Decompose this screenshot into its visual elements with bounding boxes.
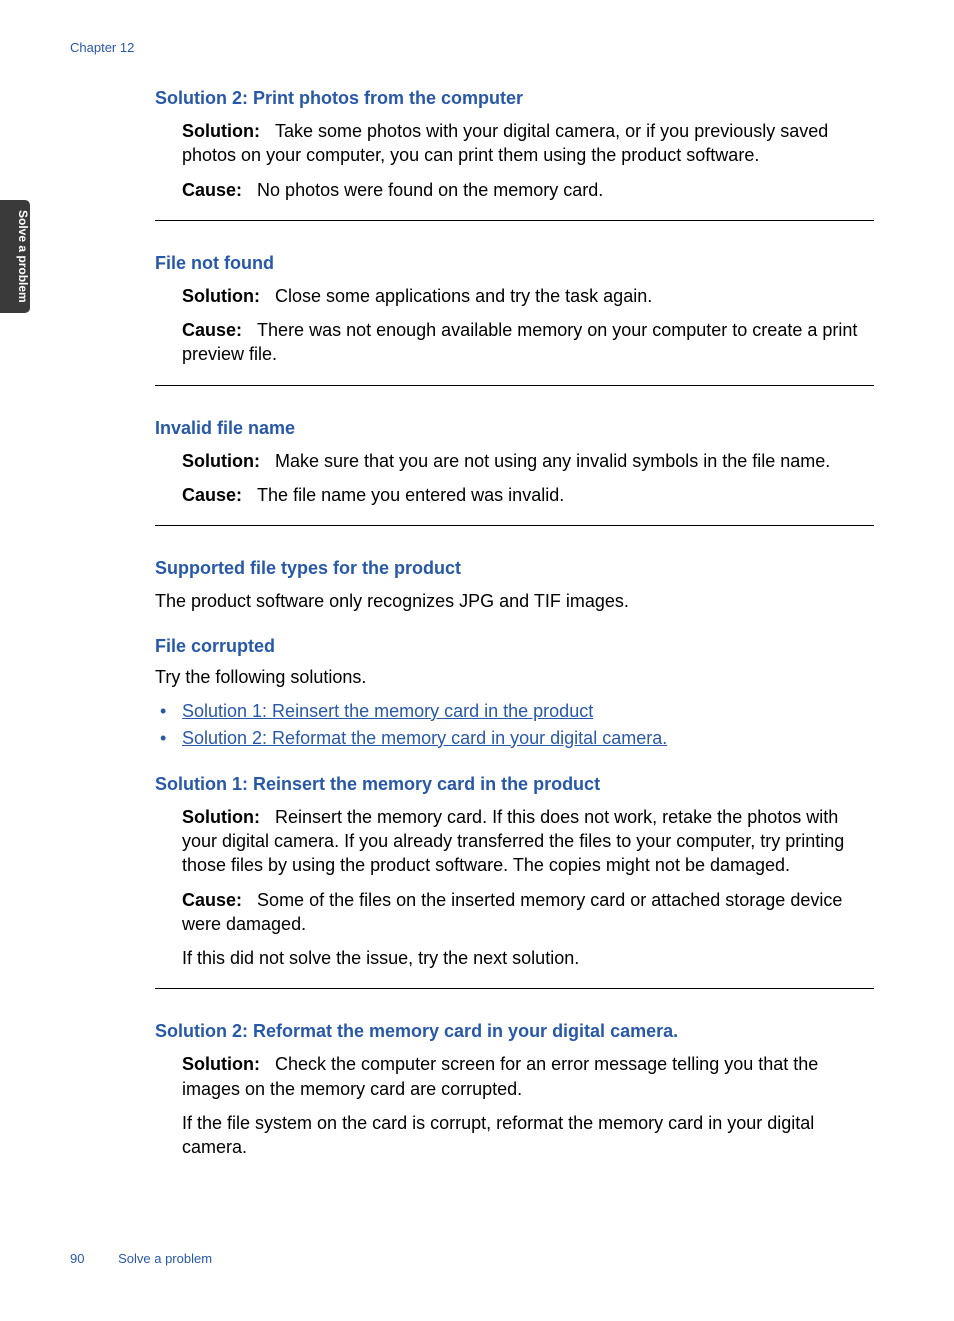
solution-text: Take some photos with your digital camer…	[182, 121, 828, 165]
ifn-solution: Solution: Make sure that you are not usi…	[182, 449, 874, 473]
solution-label: Solution:	[182, 1054, 260, 1074]
solution-label: Solution:	[182, 451, 260, 471]
solution-links-list: Solution 1: Reinsert the memory card in …	[155, 698, 874, 752]
list-item: Solution 1: Reinsert the memory card in …	[155, 698, 874, 725]
cause-label: Cause:	[182, 485, 242, 505]
solution-label: Solution:	[182, 121, 260, 141]
sol1-next: If this did not solve the issue, try the…	[182, 946, 874, 970]
sol2-extra: If the file system on the card is corrup…	[182, 1111, 874, 1160]
sol2print-solution: Solution: Take some photos with your dig…	[182, 119, 874, 168]
supported-types-text: The product software only recognizes JPG…	[155, 589, 874, 613]
heading-file-not-found: File not found	[155, 253, 874, 274]
sol2print-cause: Cause: No photos were found on the memor…	[182, 178, 874, 202]
cause-label: Cause:	[182, 320, 242, 340]
side-tab: Solve a problem	[0, 200, 30, 313]
page-number: 90	[70, 1251, 84, 1266]
sol1-cause: Cause: Some of the files on the inserted…	[182, 888, 874, 937]
heading-sol1-reinsert: Solution 1: Reinsert the memory card in …	[155, 774, 874, 795]
sol1-solution: Solution: Reinsert the memory card. If t…	[182, 805, 874, 878]
divider	[155, 385, 874, 386]
sol2-solution: Solution: Check the computer screen for …	[182, 1052, 874, 1101]
divider	[155, 220, 874, 221]
file-corrupted-try: Try the following solutions.	[155, 667, 874, 688]
solution-text: Make sure that you are not using any inv…	[275, 451, 830, 471]
divider	[155, 525, 874, 526]
solution-text: Reinsert the memory card. If this does n…	[182, 807, 844, 876]
main-content: Solution 2: Print photos from the comput…	[155, 80, 874, 1170]
heading-supported-types: Supported file types for the product	[155, 558, 874, 579]
ifn-cause: Cause: The file name you entered was inv…	[182, 483, 874, 507]
heading-invalid-file-name: Invalid file name	[155, 418, 874, 439]
fnf-cause: Cause: There was not enough available me…	[182, 318, 874, 367]
solution-text: Check the computer screen for an error m…	[182, 1054, 818, 1098]
heading-sol2-reformat: Solution 2: Reformat the memory card in …	[155, 1021, 874, 1042]
cause-text: There was not enough available memory on…	[182, 320, 857, 364]
page-footer: 90 Solve a problem	[70, 1251, 212, 1266]
fnf-solution: Solution: Close some applications and tr…	[182, 284, 874, 308]
solution-label: Solution:	[182, 286, 260, 306]
link-solution-2[interactable]: Solution 2: Reformat the memory card in …	[182, 728, 667, 748]
heading-sol2-print: Solution 2: Print photos from the comput…	[155, 88, 874, 109]
solution-text: Close some applications and try the task…	[275, 286, 652, 306]
cause-label: Cause:	[182, 180, 242, 200]
solution-label: Solution:	[182, 807, 260, 827]
heading-file-corrupted: File corrupted	[155, 636, 874, 657]
list-item: Solution 2: Reformat the memory card in …	[155, 725, 874, 752]
cause-text: No photos were found on the memory card.	[257, 180, 603, 200]
chapter-header: Chapter 12	[70, 40, 134, 55]
link-solution-1[interactable]: Solution 1: Reinsert the memory card in …	[182, 701, 593, 721]
cause-text: The file name you entered was invalid.	[257, 485, 564, 505]
cause-label: Cause:	[182, 890, 242, 910]
divider	[155, 988, 874, 989]
cause-text: Some of the files on the inserted memory…	[182, 890, 842, 934]
footer-text: Solve a problem	[118, 1251, 212, 1266]
